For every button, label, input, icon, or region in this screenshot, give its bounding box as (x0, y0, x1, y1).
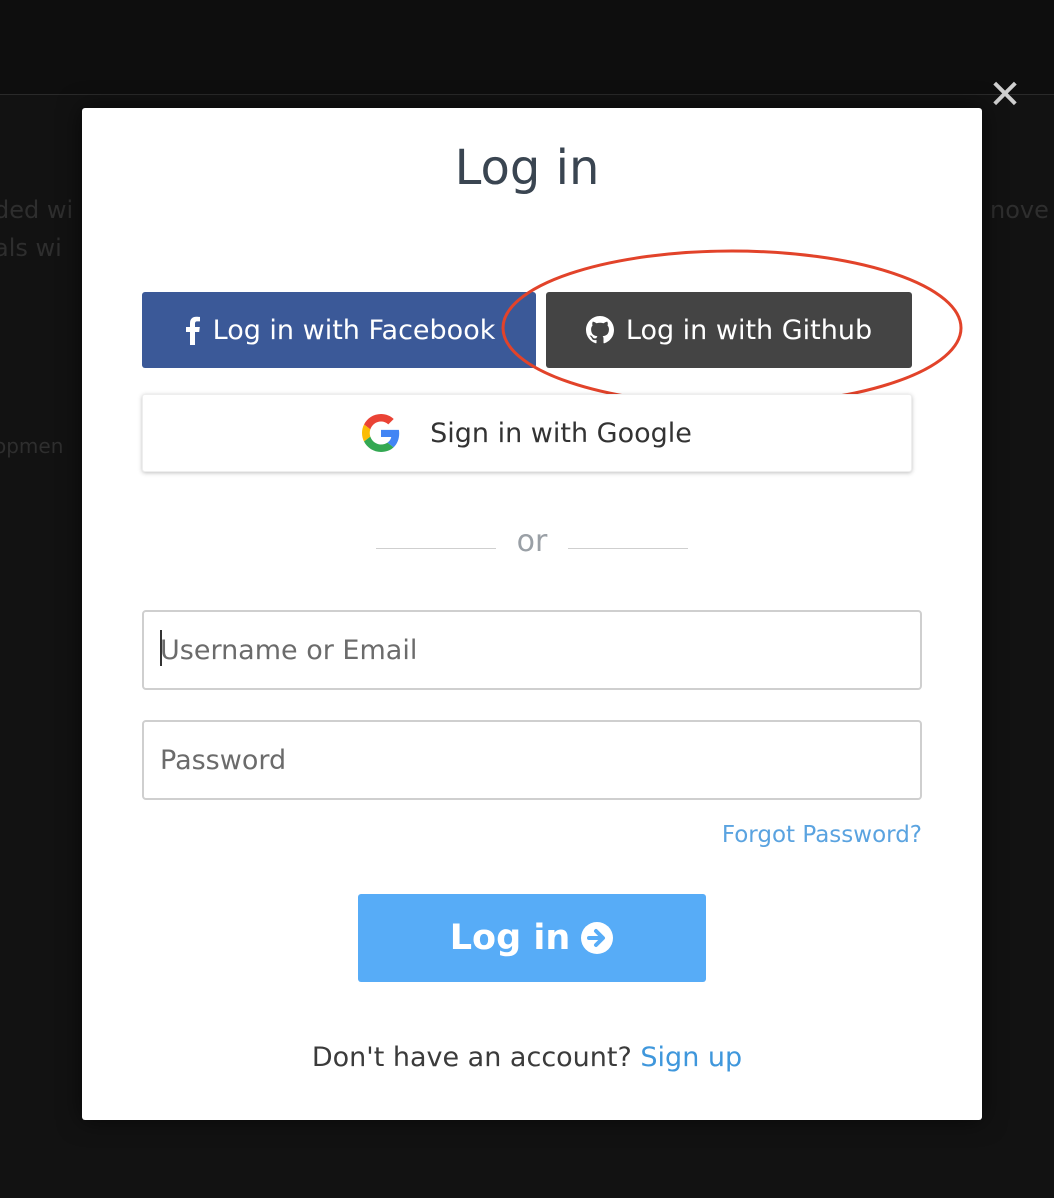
close-icon[interactable]: ✕ (986, 74, 1024, 116)
background-text: opmen (0, 434, 64, 458)
forgot-password-link[interactable]: Forgot Password? (722, 822, 922, 848)
divider-line-left (376, 548, 496, 549)
arrow-circle-right-icon (580, 921, 614, 955)
google-icon (362, 414, 400, 452)
username-email-input[interactable] (142, 610, 922, 690)
login-submit-label: Log in (449, 918, 571, 958)
background-text: ded wi (0, 196, 74, 224)
github-login-label: Log in with Github (625, 314, 873, 346)
login-submit-button[interactable]: Log in (358, 894, 706, 982)
background-header (0, 0, 1054, 95)
password-input[interactable] (142, 720, 922, 800)
facebook-login-button[interactable]: Log in with Facebook (142, 292, 536, 368)
modal-title: Log in (454, 140, 600, 196)
signup-prompt: Don't have an account? (311, 1042, 632, 1073)
google-signin-button[interactable]: Sign in with Google (142, 394, 912, 472)
facebook-icon (183, 315, 201, 345)
background-text: nove (990, 196, 1049, 224)
text-cursor (160, 630, 162, 666)
signup-link[interactable]: Sign up (640, 1042, 742, 1073)
divider-or: or (516, 524, 548, 559)
facebook-login-label: Log in with Facebook (212, 314, 496, 346)
github-login-button[interactable]: Log in with Github (546, 292, 912, 368)
background-text: als wi (0, 234, 62, 262)
google-signin-label: Sign in with Google (430, 417, 692, 449)
signup-row: Don't have an account? Sign up (0, 1042, 1054, 1073)
divider-line-right (568, 548, 688, 549)
github-icon (585, 316, 614, 344)
